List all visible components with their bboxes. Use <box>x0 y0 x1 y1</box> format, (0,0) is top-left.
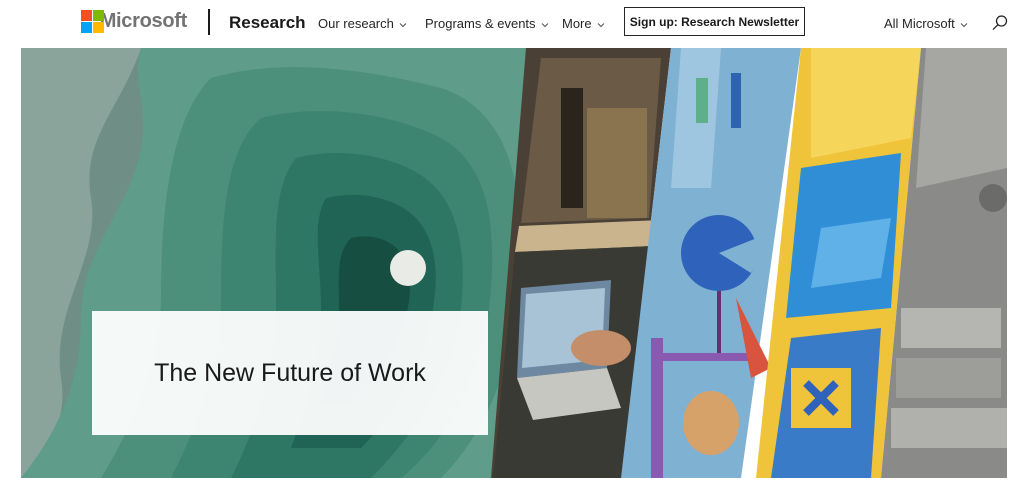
search-icon[interactable] <box>991 14 1009 32</box>
nav-programs-events-label: Programs & events <box>425 16 536 31</box>
hero-title: The New Future of Work <box>154 359 426 387</box>
microsoft-logo-icon <box>81 9 104 33</box>
nav-programs-events[interactable]: Programs & events <box>425 15 549 32</box>
all-microsoft-label: All Microsoft <box>884 16 955 31</box>
hero-banner: The New Future of Work <box>21 48 1007 478</box>
all-microsoft-menu[interactable]: All Microsoft <box>884 15 968 32</box>
chevron-down-icon <box>960 22 968 27</box>
nav-more[interactable]: More <box>562 15 605 32</box>
microsoft-logo[interactable]: Microsoft <box>81 9 187 33</box>
page: Microsoft Research Our research Programs… <box>0 0 1017 478</box>
nav-more-label: More <box>562 16 592 31</box>
research-brand-link[interactable]: Research <box>229 12 306 34</box>
chevron-down-icon <box>541 22 548 27</box>
header-divider <box>208 9 210 35</box>
chevron-down-icon <box>597 22 604 27</box>
nav-our-research[interactable]: Our research <box>318 15 407 32</box>
hero-title-card[interactable]: The New Future of Work <box>92 311 488 435</box>
nav-our-research-label: Our research <box>318 16 394 31</box>
site-header: Microsoft Research Our research Programs… <box>0 0 1017 44</box>
newsletter-signup-button[interactable]: Sign up: Research Newsletter <box>624 7 805 36</box>
chevron-down-icon <box>399 22 407 27</box>
microsoft-wordmark: Microsoft <box>99 10 188 32</box>
